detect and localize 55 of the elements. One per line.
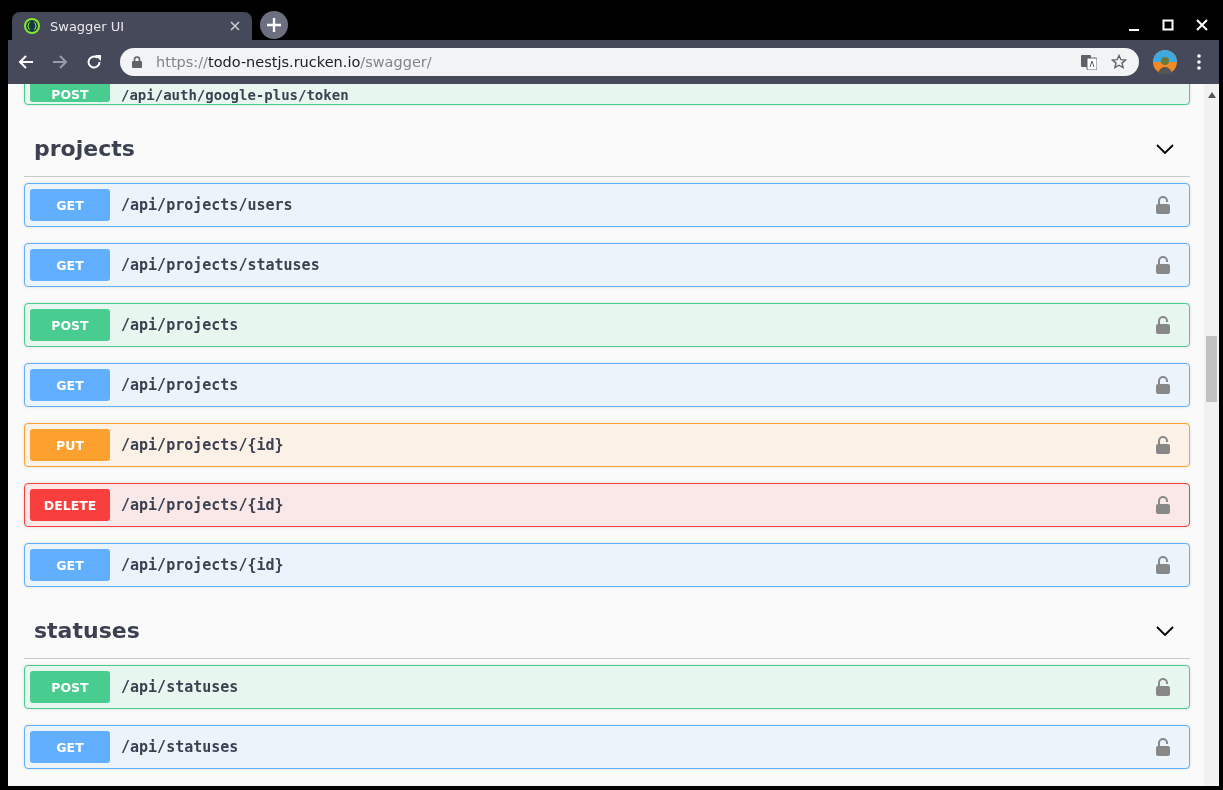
endpoint-path: /api/auth/google-plus/token <box>121 88 349 102</box>
method-badge: POST <box>30 84 110 102</box>
unlocked-padlock-icon[interactable] <box>1156 556 1170 574</box>
endpoint-row[interactable]: POST /api/projects <box>24 303 1190 347</box>
endpoint-row[interactable]: PUT /api/projects/{id} <box>24 423 1190 467</box>
endpoint-path: /api/projects/{id} <box>121 556 284 574</box>
url-text: https://todo-nestjs.rucken.io/swagger/ <box>156 54 432 70</box>
section-title[interactable]: projects <box>34 136 135 161</box>
reload-icon[interactable] <box>86 54 102 70</box>
unlocked-padlock-icon[interactable] <box>1156 196 1170 214</box>
method-badge: PUT <box>30 429 110 461</box>
globe-icon <box>24 18 40 34</box>
scrollbar-thumb[interactable] <box>1206 336 1217 402</box>
endpoint-path: /api/projects <box>121 316 239 334</box>
endpoint-row[interactable]: GET /api/statuses <box>24 725 1190 769</box>
method-badge: GET <box>30 249 110 281</box>
browser-tab[interactable]: Swagger UI <box>12 12 252 40</box>
section-title[interactable]: statuses <box>34 618 140 643</box>
endpoint-path: /api/projects/{id} <box>121 496 284 514</box>
method-badge: GET <box>30 549 110 581</box>
endpoint-path: /api/projects/users <box>121 196 293 214</box>
unlocked-padlock-icon[interactable] <box>1156 738 1170 756</box>
maximize-icon[interactable] <box>1162 19 1174 31</box>
star-icon[interactable] <box>1111 54 1127 70</box>
endpoint-row[interactable]: GET /api/projects/users <box>24 183 1190 227</box>
method-badge: GET <box>30 731 110 763</box>
endpoint-path: /api/projects/statuses <box>121 256 320 274</box>
endpoint-row[interactable]: POST /api/statuses <box>24 665 1190 709</box>
unlocked-padlock-icon[interactable] <box>1156 496 1170 514</box>
translate-icon[interactable] <box>1081 54 1097 70</box>
menu-icon[interactable] <box>1197 54 1201 70</box>
endpoint-path: /api/statuses <box>121 678 239 696</box>
forward-icon[interactable] <box>52 54 68 70</box>
endpoint-row[interactable]: GET /api/projects/{id} <box>24 543 1190 587</box>
back-icon[interactable] <box>18 54 34 70</box>
unlocked-padlock-icon[interactable] <box>1156 316 1170 334</box>
unlocked-padlock-icon[interactable] <box>1156 376 1170 394</box>
endpoint-row[interactable]: DELETE /api/projects/{id} <box>24 483 1190 527</box>
method-badge: GET <box>30 369 110 401</box>
unlocked-padlock-icon[interactable] <box>1156 678 1170 696</box>
scroll-up-icon[interactable] <box>1207 92 1216 98</box>
unlocked-padlock-icon[interactable] <box>1156 256 1170 274</box>
endpoint-path: /api/projects/{id} <box>121 436 284 454</box>
address-bar[interactable]: https://todo-nestjs.rucken.io/swagger/ <box>120 48 1139 76</box>
method-badge: POST <box>30 671 110 703</box>
method-badge: POST <box>30 309 110 341</box>
new-tab-button[interactable] <box>260 11 288 39</box>
method-badge: GET <box>30 189 110 221</box>
endpoint-row[interactable]: GET /api/projects/statuses <box>24 243 1190 287</box>
unlocked-padlock-icon[interactable] <box>1156 436 1170 454</box>
endpoint-path: /api/projects <box>121 376 239 394</box>
method-badge: DELETE <box>30 489 110 521</box>
endpoint-path: /api/statuses <box>121 738 239 756</box>
endpoint-row[interactable]: GET /api/projects <box>24 363 1190 407</box>
endpoint-row[interactable]: POST /api/auth/google-plus/token <box>24 84 1190 105</box>
